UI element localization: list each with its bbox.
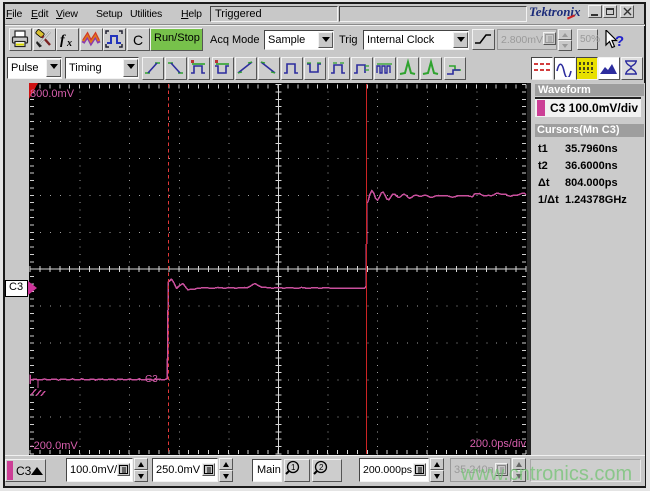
svg-text:2: 2 [319, 463, 324, 472]
svg-text:-200.0mV: -200.0mV [30, 440, 78, 452]
svg-text:f: f [60, 33, 66, 48]
svg-text:1: 1 [291, 463, 296, 472]
svg-text:200.0ps/div: 200.0ps/div [470, 438, 527, 450]
svg-text:C3: C3 [145, 374, 158, 385]
svg-text:800.0mV: 800.0mV [30, 88, 75, 100]
svg-text:C: C [133, 32, 143, 48]
svg-text:x: x [66, 38, 72, 49]
svg-text:?: ? [615, 33, 624, 50]
